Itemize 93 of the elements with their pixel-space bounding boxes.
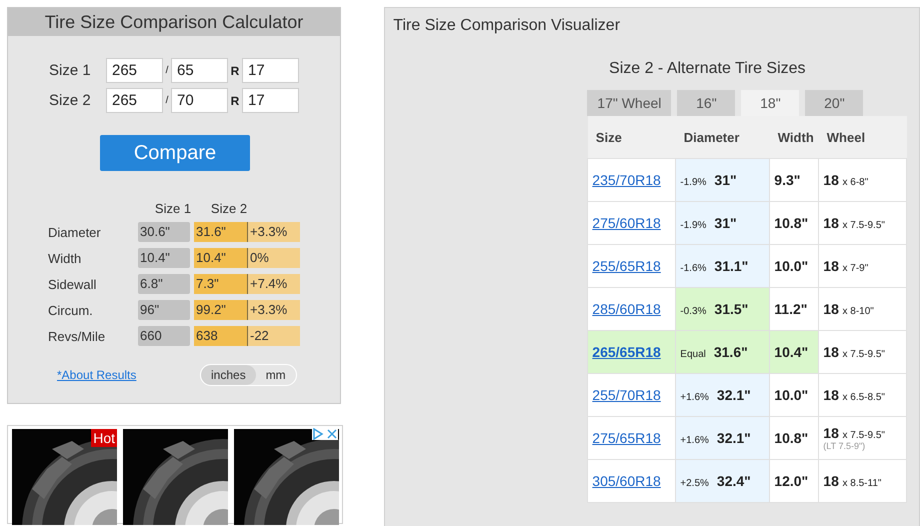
wheel-diameter: 18 (823, 301, 839, 317)
size1-value: 660 (138, 326, 190, 346)
slash-separator: / (164, 95, 170, 106)
size2-value: 31.6" (194, 222, 248, 242)
diameter-value: 32.4" (716, 473, 751, 489)
calculator-title: Tire Size Comparison Calculator (8, 8, 340, 36)
column-header: Size 2 (210, 201, 248, 218)
wheel-tab[interactable]: 20" (805, 90, 864, 116)
about-results-link[interactable]: *About Results (57, 368, 200, 382)
rim-input[interactable]: 17 (242, 58, 299, 83)
size2-value: 99.2" (194, 300, 248, 320)
diameter-value: 32.1" (716, 387, 751, 403)
wheel-width-range: x 8-10" (842, 306, 874, 317)
ad-info-icon[interactable] (312, 428, 324, 440)
diameter-value: 32.1" (716, 430, 751, 446)
diameter-difference: -1.9% (680, 177, 706, 188)
column-header: Size 1 (154, 201, 192, 218)
diameter-value: 31" (714, 172, 737, 188)
hot-badge: Hot (91, 429, 117, 447)
wheel-tab[interactable]: 18" (741, 90, 800, 116)
size1-value: 30.6" (138, 222, 190, 242)
wheel-width-range: x 6.5-8.5" (842, 392, 885, 403)
size-label: Size 2 (49, 92, 92, 109)
wheel-tab[interactable]: 16" (677, 90, 736, 116)
wheel-diameter: 18 (823, 344, 839, 360)
size2-value: 638 (194, 326, 248, 346)
size2-value: 10.4" (194, 248, 248, 268)
rim-prefix: R (230, 64, 240, 78)
width-value: 10.8" (774, 215, 808, 231)
rim-input[interactable]: 17 (242, 88, 299, 113)
wheel-width-range: x 7.5-9.5" (842, 430, 885, 441)
column-header: Wheel (818, 116, 907, 158)
metric-label: Width (48, 250, 82, 266)
visualizer-title: Tire Size Comparison Visualizer (392, 16, 622, 35)
column-header: Diameter (676, 116, 770, 158)
wheel-width-range: x 8.5-11" (842, 478, 882, 489)
metric-label: Sidewall (48, 276, 98, 292)
unit-option[interactable]: inches (201, 365, 256, 385)
wheel-diameter: 18 (823, 172, 839, 188)
width-input[interactable]: 265 (106, 88, 163, 113)
compare-button[interactable]: Compare (100, 135, 250, 171)
wheel-width-range: x 7-9" (842, 263, 868, 274)
ratio-input[interactable]: 70 (171, 88, 228, 113)
difference-value: -22 (248, 326, 300, 346)
close-icon[interactable] (326, 428, 338, 440)
wheel-width-range: x 6-8" (842, 177, 868, 188)
metric-label: Revs/Mile (48, 328, 106, 344)
size2-value: 7.3" (194, 274, 248, 294)
width-value: 10.4" (774, 344, 808, 360)
size1-value: 10.4" (138, 248, 190, 268)
wheel-width-range: x 7.5-9.5" (842, 220, 885, 231)
metric-label: Diameter (48, 224, 102, 240)
width-value: 11.2" (774, 301, 808, 317)
difference-value: +3.3% (248, 300, 300, 320)
width-value: 10.0" (774, 387, 808, 403)
width-value: 10.8" (774, 430, 808, 446)
ratio-input[interactable]: 65 (171, 58, 228, 83)
diameter-difference: +2.5% (680, 478, 709, 489)
diameter-difference: +1.6% (680, 392, 709, 403)
wheel-diameter: 18 (823, 387, 839, 403)
wheel-diameter: 18 (823, 258, 839, 274)
column-header: Size (588, 116, 676, 158)
difference-value: +7.4% (248, 274, 300, 294)
diameter-value: 31.1" (714, 258, 748, 274)
alternate-sizes-title: Size 2 - Alternate Tire Sizes (608, 60, 807, 78)
wheel-diameter: 18 (823, 215, 839, 231)
diameter-value: 31.5" (714, 301, 748, 317)
diameter-difference: +1.6% (680, 435, 709, 446)
diameter-difference: Equal (680, 349, 706, 360)
width-value: 12.0" (774, 473, 808, 489)
size-label: Size 1 (49, 62, 92, 79)
slash-separator: / (164, 65, 170, 76)
wheel-width-range: x 7.5-9.5" (842, 349, 885, 360)
rim-prefix: R (230, 94, 240, 108)
unit-option[interactable]: mm (256, 365, 296, 385)
diameter-difference: -0.3% (680, 306, 706, 317)
column-header: Width (770, 116, 819, 158)
diameter-value: 31" (714, 215, 737, 231)
wheel-diameter: 18 (823, 473, 839, 489)
diameter-value: 31.6" (714, 344, 748, 360)
wheel-diameter: 18 (823, 425, 839, 441)
metric-label: Circum. (48, 302, 94, 318)
wheel-tab[interactable]: 17" Wheel (587, 90, 672, 116)
width-value: 9.3" (774, 172, 800, 188)
difference-value: 0% (248, 248, 300, 268)
width-input[interactable]: 265 (106, 58, 163, 83)
difference-value: +3.3% (248, 222, 300, 242)
diameter-difference: -1.6% (680, 263, 706, 274)
size1-value: 96" (138, 300, 190, 320)
size1-value: 6.8" (138, 274, 190, 294)
lt-wheel-note: (LT 7.5-9") (823, 441, 866, 451)
diameter-difference: -1.9% (680, 220, 706, 231)
width-value: 10.0" (774, 258, 808, 274)
